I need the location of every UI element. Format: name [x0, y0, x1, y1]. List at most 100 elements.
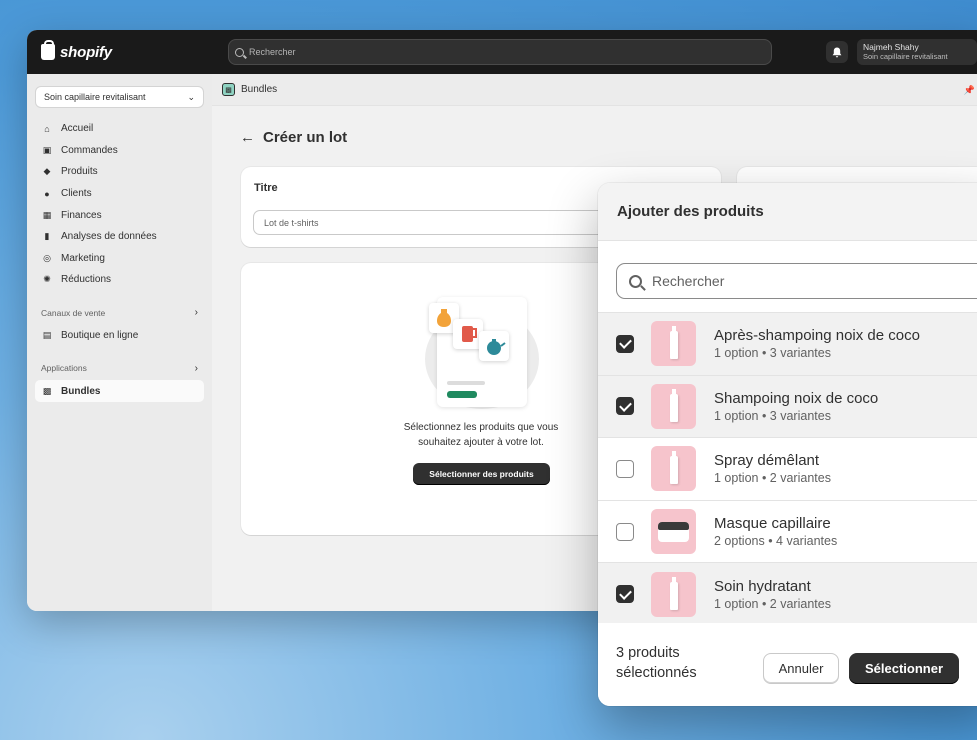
product-row[interactable]: Shampoing noix de coco 1 option • 3 vari… [598, 375, 977, 439]
sales-channels-heading[interactable]: Canaux de vente › [35, 303, 204, 323]
product-checkbox[interactable] [616, 459, 634, 478]
cancel-button[interactable]: Annuler [763, 653, 839, 684]
bell-icon [832, 47, 842, 57]
confirm-select-button[interactable]: Sélectionner [849, 653, 959, 684]
product-search-placeholder: Rechercher [652, 273, 725, 289]
apps-heading-label: Applications [41, 363, 87, 374]
sidebar-item-label: Marketing [61, 252, 105, 264]
empty-state-illustration [423, 295, 541, 409]
product-info: Soin hydratant 1 option • 2 variantes [714, 577, 831, 612]
user-menu[interactable]: Najmeh Shahy Soin capillaire revitalisan… [857, 39, 977, 65]
spray-bottle-icon [670, 451, 678, 485]
sidebar-item-marketing[interactable]: ◎ Marketing [35, 248, 204, 270]
title-input-placeholder: Lot de t-shirts [264, 217, 319, 228]
global-search-input[interactable]: Rechercher [228, 39, 772, 65]
product-meta: 1 option • 2 variantes [714, 596, 831, 611]
product-thumbnail [651, 446, 696, 492]
product-thumbnail [651, 321, 696, 367]
product-name: Après-shampoing noix de coco [714, 327, 920, 345]
teapot-icon [487, 339, 506, 355]
user-name: Najmeh Shahy [863, 42, 919, 52]
shopify-logo[interactable]: shopify [41, 40, 112, 61]
notifications-button[interactable] [826, 41, 848, 63]
page-title: ← Créer un lot [240, 129, 347, 146]
sidebar-item-label: Accueil [61, 123, 94, 135]
chevron-down-icon: ⌄ [187, 91, 195, 102]
sidebar-item-commandes[interactable]: ▣ Commandes [35, 140, 204, 162]
bottle-icon [670, 576, 678, 610]
back-arrow-icon[interactable]: ← [240, 129, 255, 146]
target-icon: ◎ [43, 252, 51, 263]
product-thumbnail [651, 383, 696, 429]
app-name: Bundles [241, 84, 278, 95]
modal-search-section: Rechercher [598, 241, 977, 313]
product-checkbox[interactable] [616, 585, 634, 604]
store-selector[interactable]: Soin capillaire revitalisant ⌄ [35, 86, 204, 108]
selected-count-line2: sélectionnés [616, 665, 697, 681]
bottle-icon [670, 388, 678, 422]
product-row[interactable]: Spray démêlant 1 option • 2 variantes [598, 438, 977, 501]
sidebar-item-label: Bundles [61, 385, 101, 397]
modal-footer: 3 produits sélectionnés Annuler Sélectio… [598, 623, 977, 706]
sidebar-item-label: Clients [61, 188, 92, 200]
chevron-right-icon: › [194, 362, 198, 374]
sidebar-item-analyses[interactable]: ▮ Analyses de données [35, 226, 204, 248]
jar-icon [658, 522, 689, 543]
sidebar-item-produits[interactable]: ◆ Produits [35, 161, 204, 183]
product-name: Spray démêlant [714, 452, 820, 470]
product-checkbox[interactable] [616, 522, 634, 541]
teapot-tile [479, 331, 509, 361]
top-bar: shopify Rechercher Najmeh Shahy Soin cap… [27, 30, 977, 74]
person-icon: ● [44, 188, 50, 199]
discount-icon: ✺ [43, 274, 51, 285]
sidebar-item-reductions[interactable]: ✺ Réductions [35, 269, 204, 291]
chevron-right-icon: › [194, 307, 198, 319]
product-checkbox[interactable] [616, 397, 634, 416]
select-products-button[interactable]: Sélectionner des produits [413, 463, 550, 485]
apps-heading[interactable]: Applications › [35, 358, 204, 378]
selected-count: 3 produits sélectionnés [616, 643, 736, 683]
sidebar-item-label: Commandes [61, 144, 118, 156]
sidebar-item-label: Boutique en ligne [61, 330, 139, 342]
search-icon [235, 47, 244, 57]
sidebar-item-label: Produits [61, 166, 98, 178]
user-store-name: Soin capillaire revitalisant [863, 52, 948, 61]
search-icon [629, 274, 642, 288]
sidebar: Soin capillaire revitalisant ⌄ ⌂ Accueil … [27, 74, 212, 611]
product-checkbox[interactable] [616, 334, 634, 353]
page-title-text: Créer un lot [263, 129, 348, 146]
main-nav: ⌂ Accueil ▣ Commandes ◆ Produits ● Clients ▦… [27, 116, 212, 293]
product-meta: 1 option • 3 variantes [714, 408, 831, 423]
sidebar-item-label: Analyses de données [61, 231, 157, 243]
bank-icon: ▦ [42, 209, 52, 220]
sidebar-item-boutique[interactable]: ▤ Boutique en ligne [35, 325, 204, 347]
brand-name: shopify [60, 43, 112, 61]
product-meta: 1 option • 3 variantes [714, 346, 831, 361]
product-name: Shampoing noix de coco [714, 389, 879, 407]
illustration-line [447, 381, 485, 385]
product-thumbnail [651, 509, 696, 555]
shopify-bag-icon [41, 40, 55, 60]
bundles-app-icon: ▩ [222, 83, 235, 96]
product-row[interactable]: Masque capillaire 2 options • 4 variante… [598, 500, 977, 564]
global-search-placeholder: Rechercher [249, 47, 296, 57]
product-info: Masque capillaire 2 options • 4 variante… [714, 514, 837, 549]
product-info: Après-shampoing noix de coco 1 option • … [714, 326, 920, 361]
product-search-input[interactable]: Rechercher [616, 263, 977, 299]
product-row[interactable]: Soin hydratant 1 option • 2 variantes [598, 563, 977, 626]
product-info: Shampoing noix de coco 1 option • 3 vari… [714, 389, 878, 424]
sidebar-item-clients[interactable]: ● Clients [35, 183, 204, 205]
pin-icon[interactable]: 📌 [964, 85, 975, 96]
selected-count-line1: 3 produits [616, 645, 680, 661]
product-meta: 2 options • 4 variantes [714, 534, 838, 549]
bundles-app-icon: ▩ [42, 385, 52, 396]
sidebar-item-finances[interactable]: ▦ Finances [35, 204, 204, 226]
modal-title: Ajouter des produits [598, 183, 977, 241]
product-meta: 1 option • 2 variantes [714, 471, 831, 486]
add-products-modal: Ajouter des produits Rechercher Après-sh… [598, 183, 977, 706]
product-row[interactable]: Après-shampoing noix de coco 1 option • … [598, 313, 977, 376]
sidebar-item-accueil[interactable]: ⌂ Accueil [35, 118, 204, 140]
sidebar-item-label: Finances [61, 209, 102, 221]
sidebar-item-bundles[interactable]: ▩ Bundles [35, 380, 204, 402]
store-selector-label: Soin capillaire revitalisant [44, 92, 146, 102]
